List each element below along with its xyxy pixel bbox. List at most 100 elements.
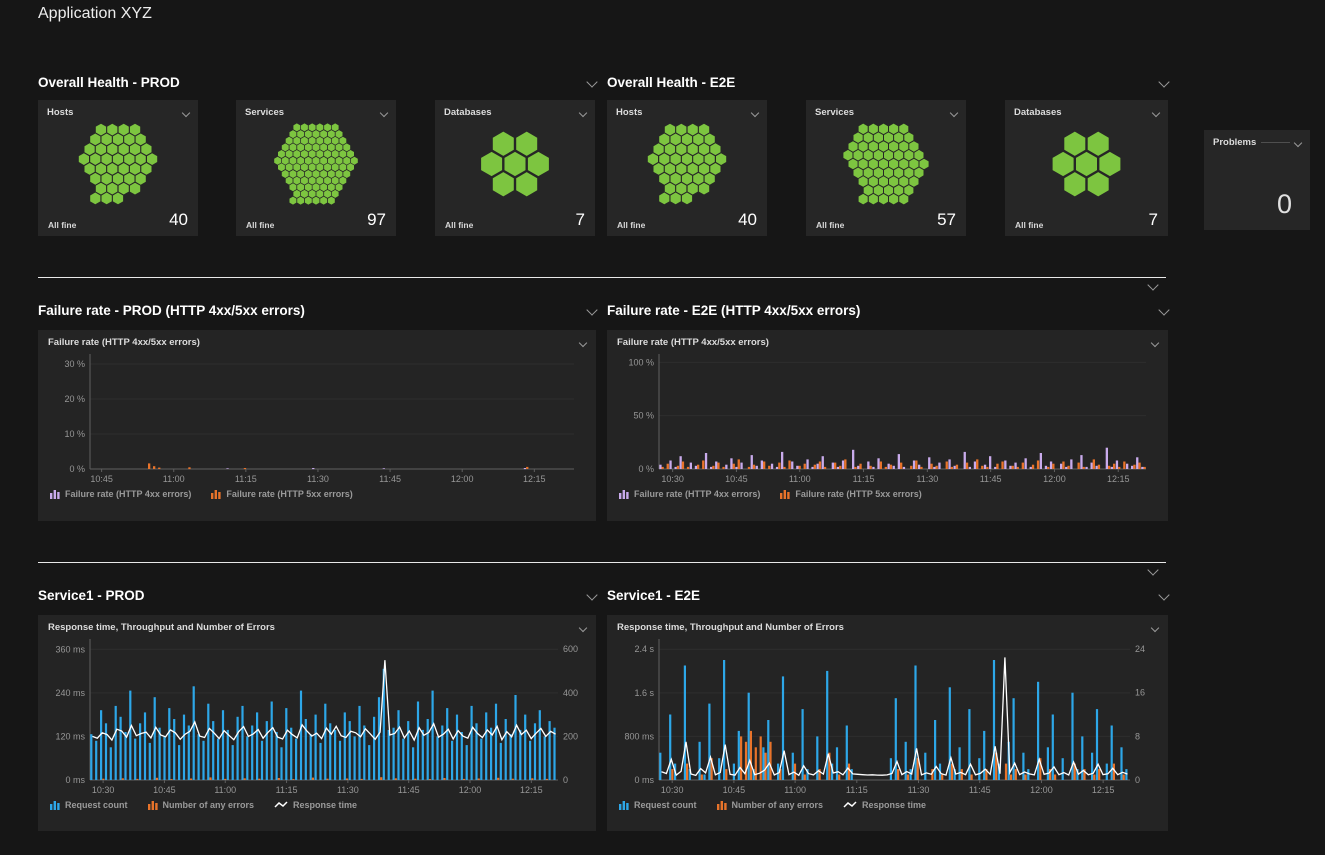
legend-item[interactable]: Request count [50,800,128,810]
status-text: All fine [816,220,844,230]
tile-title: Databases [444,107,492,118]
chevron-down-icon[interactable] [950,108,958,116]
svg-text:0: 0 [563,775,568,785]
legend-label: Request count [634,800,697,810]
chart-canvas: 0 ms800 ms1.6 s2.4 s08162410:3010:4511:0… [617,636,1158,796]
svg-text:11:15: 11:15 [276,785,298,795]
svg-text:11:45: 11:45 [398,785,420,795]
chart-svg: 0 %50 %100 %10:3010:4511:0011:1511:3011:… [617,351,1158,485]
chart-tile-service-e2e[interactable]: Response time, Throughput and Number of … [607,615,1168,831]
svg-text:12:15: 12:15 [1092,785,1115,795]
chart-legend: Failure rate (HTTP 4xx errors) Failure ra… [617,485,1158,499]
chart-tile-failure-e2e[interactable]: Failure rate (HTTP 4xx/5xx errors) 0 %50… [607,330,1168,521]
svg-text:10:45: 10:45 [725,474,748,484]
bar-series-icon [717,800,727,810]
chevron-down-icon[interactable] [1158,589,1169,600]
svg-text:360 ms: 360 ms [55,644,85,654]
section-header-health-prod: Overall Health - PROD [38,72,596,92]
honeycomb-chart [44,122,192,206]
svg-text:12:15: 12:15 [520,785,543,795]
legend-item[interactable]: Failure rate (HTTP 5xx errors) [780,489,921,499]
svg-text:0 ms: 0 ms [65,775,85,785]
svg-text:10:45: 10:45 [153,785,176,795]
bar-series-icon [211,489,221,499]
health-tile-hosts-prod[interactable]: Hosts All fine 40 [38,100,198,236]
health-tile-services-e2e[interactable]: Services All fine 57 [806,100,966,236]
legend-label: Failure rate (HTTP 5xx errors) [795,489,921,499]
chart-title: Failure rate (HTTP 4xx/5xx errors) [48,337,200,348]
chart-legend: Request count Number of any errors Respons… [617,796,1158,810]
health-tile-databases-prod[interactable]: Databases All fine 7 [435,100,595,236]
section-title: Service1 - E2E [607,588,700,603]
chevron-down-icon[interactable] [1147,564,1158,575]
svg-text:8: 8 [1135,731,1140,741]
chevron-down-icon[interactable] [586,304,597,315]
legend-label: Request count [65,800,128,810]
chevron-down-icon[interactable] [579,338,587,346]
svg-text:10:45: 10:45 [723,785,746,795]
chevron-down-icon[interactable] [1158,76,1169,87]
legend-item[interactable]: Failure rate (HTTP 4xx errors) [50,489,191,499]
chart-svg: 0 %10 %20 %30 %10:4511:0011:1511:3011:45… [48,351,586,485]
chevron-down-icon[interactable] [1147,279,1158,290]
chevron-down-icon[interactable] [380,108,388,116]
entity-count: 40 [169,210,188,230]
tile-title: Services [245,107,284,118]
legend-item[interactable]: Number of any errors [148,800,255,810]
chart-tile-service-prod[interactable]: Response time, Throughput and Number of … [38,615,596,831]
bar-series-icon [50,489,60,499]
legend-item[interactable]: Number of any errors [717,800,824,810]
section-title: Service1 - PROD [38,588,145,603]
svg-text:12:00: 12:00 [1043,474,1066,484]
svg-text:20 %: 20 % [64,394,85,404]
chart-svg: 0 ms800 ms1.6 s2.4 s08162410:3010:4511:0… [617,636,1158,796]
svg-text:11:15: 11:15 [853,474,875,484]
status-text: All fine [48,220,76,230]
chevron-down-icon[interactable] [1151,338,1159,346]
chevron-down-icon[interactable] [1294,138,1302,146]
legend-item[interactable]: Failure rate (HTTP 4xx errors) [619,489,760,499]
honeycomb-chart [1011,122,1162,206]
problems-tile[interactable]: Problems 0 [1204,130,1310,230]
health-tile-hosts-e2e[interactable]: Hosts All fine 40 [607,100,767,236]
legend-item[interactable]: Response time [274,800,357,810]
chart-tile-failure-prod[interactable]: Failure rate (HTTP 4xx/5xx errors) 0 %10… [38,330,596,521]
svg-text:11:30: 11:30 [307,474,329,484]
honeycomb-svg [48,123,188,205]
svg-text:11:00: 11:00 [163,474,185,484]
chart-title: Response time, Throughput and Number of … [617,622,844,633]
section-title: Overall Health - PROD [38,75,180,90]
problems-count: 0 [1277,189,1292,220]
entity-count: 57 [937,210,956,230]
chevron-down-icon[interactable] [579,623,587,631]
status-text: All fine [445,220,473,230]
svg-text:12:15: 12:15 [1107,474,1130,484]
chevron-down-icon[interactable] [1151,623,1159,631]
health-tile-databases-e2e[interactable]: Databases All fine 7 [1005,100,1168,236]
honeycomb-svg [617,123,757,205]
svg-text:12:00: 12:00 [459,785,482,795]
svg-text:1.6 s: 1.6 s [634,688,654,698]
chevron-down-icon[interactable] [182,108,190,116]
svg-text:11:00: 11:00 [789,474,811,484]
tile-title: Databases [1014,107,1062,118]
entity-count: 40 [738,210,757,230]
chevron-down-icon[interactable] [1158,304,1169,315]
legend-item[interactable]: Response time [843,800,926,810]
chevron-down-icon[interactable] [1152,108,1160,116]
legend-item[interactable]: Request count [619,800,697,810]
chevron-down-icon[interactable] [751,108,759,116]
tile-title: Hosts [47,107,73,118]
chevron-down-icon[interactable] [586,589,597,600]
section-divider [38,277,1166,278]
health-tile-services-prod[interactable]: Services All fine 97 [236,100,396,236]
legend-label: Number of any errors [732,800,824,810]
svg-text:11:45: 11:45 [980,474,1002,484]
status-text: All fine [1015,220,1043,230]
svg-text:400: 400 [563,688,578,698]
svg-text:240 ms: 240 ms [55,688,85,698]
legend-item[interactable]: Failure rate (HTTP 5xx errors) [211,489,352,499]
chevron-down-icon[interactable] [586,76,597,87]
svg-text:10:45: 10:45 [90,474,113,484]
chevron-down-icon[interactable] [579,108,587,116]
